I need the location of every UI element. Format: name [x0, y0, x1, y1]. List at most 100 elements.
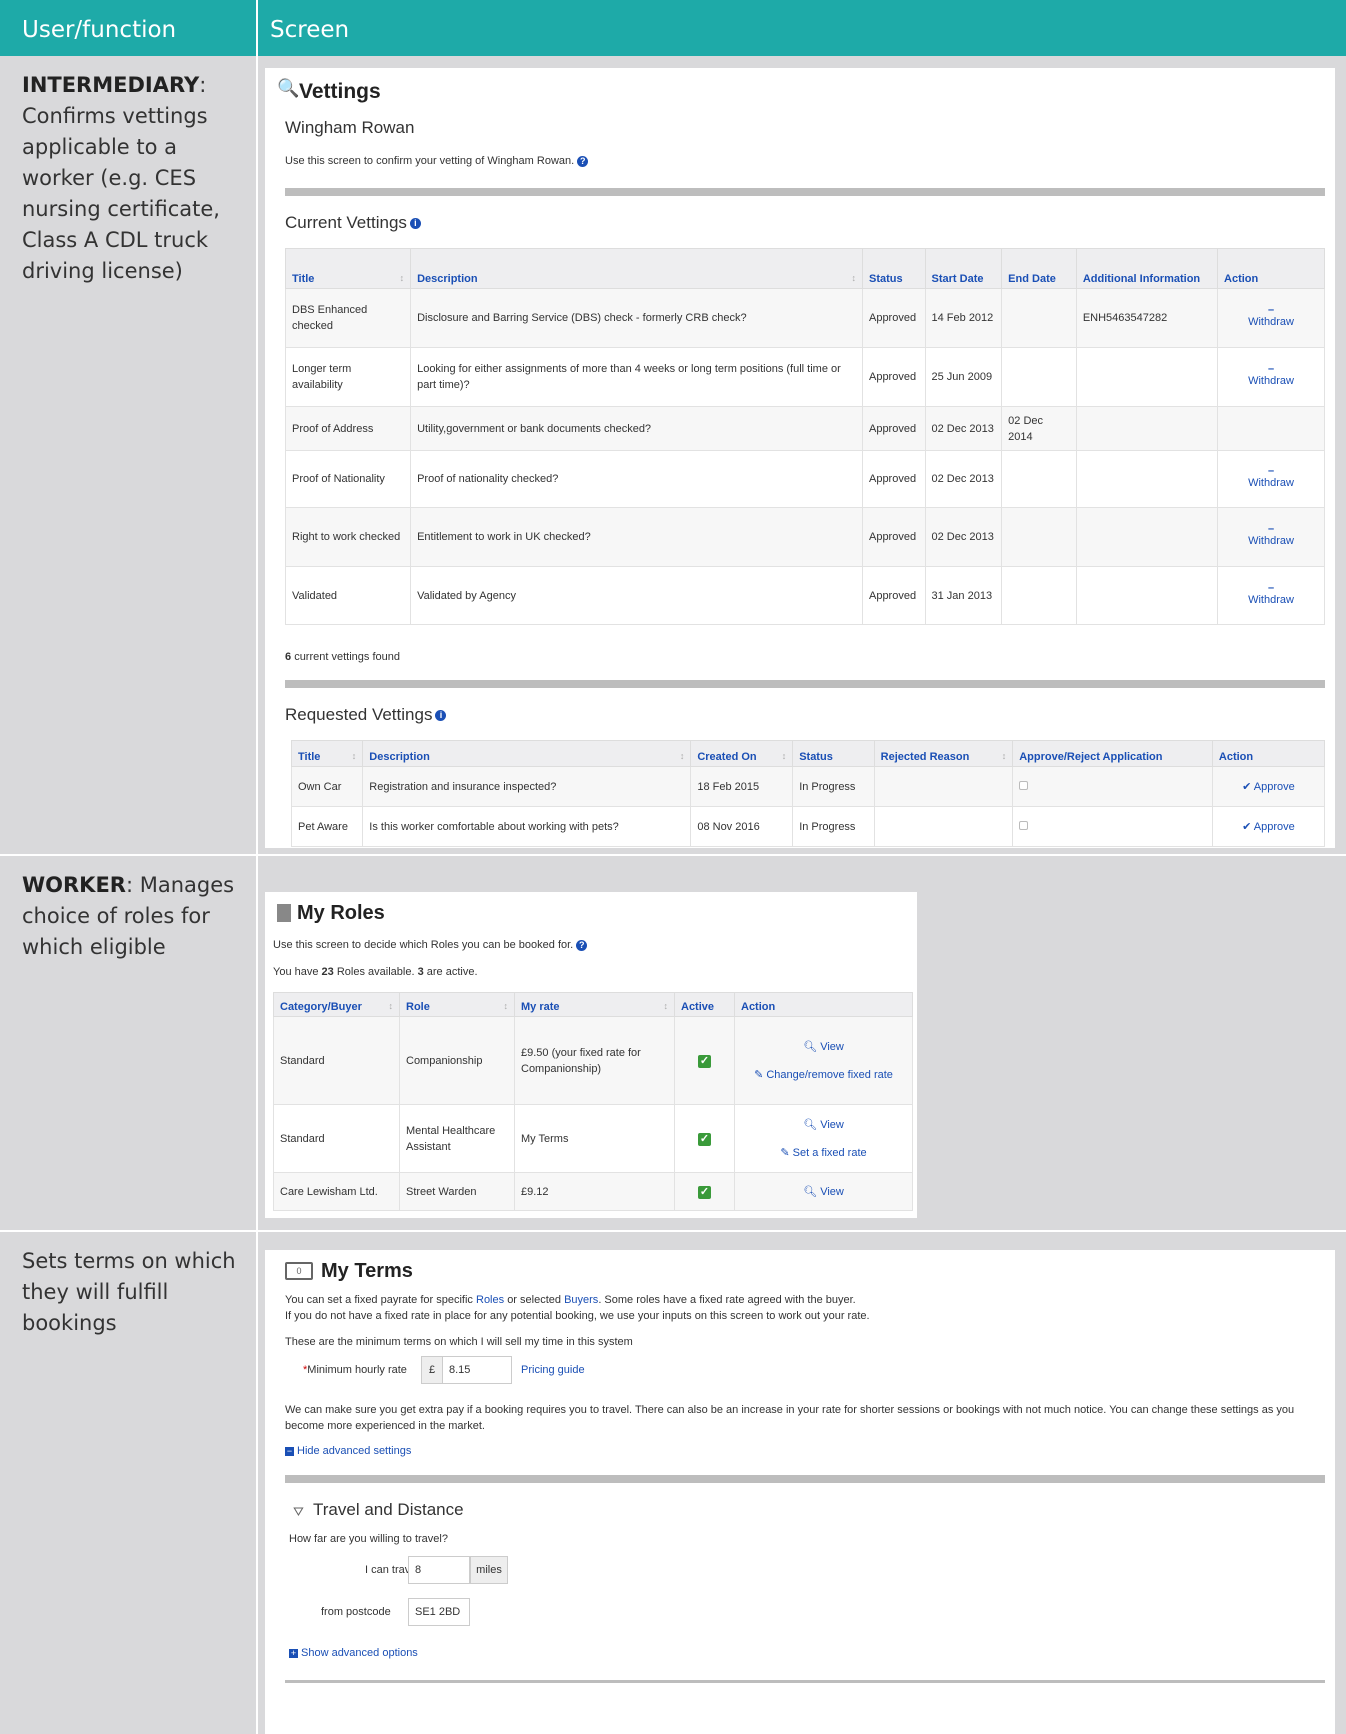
- terms-panel: 0 My Terms You can set a fixed payrate f…: [265, 1250, 1335, 1734]
- col-my-rate[interactable]: My rate ↕: [514, 992, 675, 1017]
- withdraw-link[interactable]: – Withdraw: [1217, 450, 1325, 508]
- active-count: 3: [417, 966, 424, 978]
- min-rate-input[interactable]: 8.15: [442, 1356, 512, 1384]
- cell-info: [1075, 450, 1219, 508]
- view-link[interactable]: 🔍︎ View: [741, 1117, 906, 1133]
- row-worker: WORKER: Manages choice of roles for whic…: [0, 856, 1346, 1230]
- help-icon[interactable]: ?: [576, 939, 588, 951]
- info-icon[interactable]: i: [435, 710, 447, 722]
- current-vettings-table: Title ↕ Description ↕ Status Start Date …: [284, 248, 1325, 625]
- requested-vettings-table: Title ↕ Description ↕ Created On ↕ Statu…: [290, 740, 1326, 847]
- cell-end: [1001, 566, 1077, 625]
- active-checkbox[interactable]: ✓: [698, 1054, 711, 1068]
- cell-start: 02 Dec 2013: [924, 507, 1003, 567]
- change-rate-link[interactable]: ✎ Change/remove fixed rate: [741, 1067, 906, 1083]
- withdraw-link[interactable]: – Withdraw: [1217, 507, 1325, 567]
- page-title: Vettings: [299, 80, 381, 103]
- cell-status: Approved: [861, 406, 926, 451]
- buyers-link[interactable]: Buyers: [564, 1294, 598, 1306]
- postcode-input[interactable]: SE1 2BD: [408, 1598, 470, 1626]
- cell-description: Looking for either assignments of more t…: [410, 347, 863, 407]
- search-icon: 🔍︎: [803, 1185, 818, 1198]
- extra-pay-text: We can make sure you get extra pay if a …: [285, 1404, 1295, 1432]
- col-status[interactable]: Status: [861, 248, 926, 289]
- cell-description: Proof of nationality checked?: [410, 450, 863, 508]
- fixed-rate-text: You can set a fixed payrate for specific…: [285, 1294, 856, 1306]
- col-rejected-reason[interactable]: Rejected Reason ↕: [873, 740, 1014, 767]
- col-approve-reject: Approve/Reject Application: [1012, 740, 1213, 767]
- cell-description: Validated by Agency: [410, 566, 863, 625]
- cell-start: 25 Jun 2009: [924, 347, 1003, 407]
- view-link[interactable]: 🔍︎ View: [741, 1184, 906, 1200]
- col-description[interactable]: Description ↕: [410, 248, 863, 289]
- travel-distance-input[interactable]: 8: [408, 1556, 470, 1584]
- help-icon[interactable]: ?: [577, 155, 589, 167]
- cell-status: Approved: [861, 566, 926, 625]
- col-additional-info[interactable]: Additional Information: [1075, 248, 1219, 289]
- col-status[interactable]: Status: [792, 740, 875, 767]
- road-icon: ⛛: [293, 1504, 304, 1519]
- travel-title: Travel and Distance: [313, 1500, 464, 1519]
- check-icon: ✔: [1242, 820, 1252, 833]
- approve-link[interactable]: ✔ Approve: [1211, 806, 1326, 847]
- pricing-guide-link[interactable]: Pricing guide: [521, 1364, 585, 1376]
- active-checkbox[interactable]: ✓: [698, 1185, 711, 1199]
- col-description[interactable]: Description ↕: [362, 740, 692, 767]
- cell-status: Approved: [861, 450, 926, 508]
- withdraw-link[interactable]: – Withdraw: [1217, 566, 1325, 625]
- current-vettings-title: Current Vettings i: [285, 213, 421, 233]
- header-screen: Screen: [270, 17, 350, 43]
- cell-title: Right to work checked: [284, 507, 412, 567]
- cell-title: Proof of Address: [284, 406, 412, 451]
- col-start-date[interactable]: Start Date: [924, 248, 1003, 289]
- col-action: Action: [734, 992, 913, 1017]
- roles-link[interactable]: Roles: [476, 1294, 504, 1306]
- min-rate-label-text: Minimum hourly rate: [307, 1364, 407, 1376]
- col-category[interactable]: Category/Buyer ↕: [273, 992, 400, 1017]
- table-row: Validated Validated by Agency Approved 3…: [284, 566, 1325, 625]
- table-row: Longer term availability Looking for eit…: [284, 347, 1325, 407]
- cell-active: ✓: [674, 1016, 735, 1105]
- cell-end: [1001, 450, 1077, 508]
- col-role[interactable]: Role ↕: [399, 992, 515, 1017]
- search-icon: 🔍︎: [803, 1118, 818, 1131]
- hide-advanced-link[interactable]: − Hide advanced settings: [285, 1445, 411, 1457]
- approve-link[interactable]: ✔ Approve: [1211, 766, 1326, 807]
- table-row: Pet Aware Is this worker comfortable abo…: [290, 806, 1326, 847]
- cell-rate: My Terms: [514, 1104, 675, 1173]
- withdraw-link[interactable]: – Withdraw: [1217, 347, 1325, 407]
- withdraw-label: Withdraw: [1248, 593, 1294, 606]
- roles-count: 23: [321, 966, 334, 978]
- withdraw-label: Withdraw: [1248, 477, 1294, 489]
- active-checkbox[interactable]: ✓: [698, 1132, 711, 1146]
- cell-end: [1001, 288, 1077, 348]
- intro-text: Use this screen to decide which Roles yo…: [273, 939, 588, 951]
- col-created-on[interactable]: Created On ↕: [690, 740, 794, 767]
- cell-role: Mental Healthcare Assistant: [399, 1104, 515, 1173]
- approve-checkbox[interactable]: [1019, 820, 1029, 830]
- set-rate-link[interactable]: ✎ Set a fixed rate: [741, 1145, 906, 1161]
- col-active[interactable]: Active: [674, 992, 735, 1017]
- col-action-label: Action: [1224, 273, 1259, 285]
- cell-info: [1075, 507, 1219, 567]
- col-end-date[interactable]: End Date: [1001, 248, 1077, 289]
- col-title[interactable]: Title ↕: [284, 248, 412, 289]
- divider: [285, 1475, 1325, 1483]
- show-advanced-link[interactable]: + Show advanced options: [289, 1647, 418, 1659]
- view-link[interactable]: 🔍︎ View: [741, 1039, 906, 1055]
- sort-icon: ↕: [351, 751, 357, 761]
- col-category-label: Category/Buyer: [280, 1001, 362, 1013]
- cell-start: 02 Dec 2013: [924, 406, 1003, 451]
- withdraw-link[interactable]: – Withdraw: [1217, 288, 1325, 348]
- col-title[interactable]: Title ↕: [290, 740, 364, 767]
- role-text: Confirms vettings applicable to a worker…: [22, 104, 220, 283]
- table-row: Right to work checked Entitlement to wor…: [284, 507, 1325, 567]
- currency-addon: £: [421, 1356, 443, 1384]
- cell-approve-reject: [1012, 766, 1213, 807]
- info-icon[interactable]: i: [409, 218, 421, 230]
- miles-addon: miles: [470, 1556, 508, 1584]
- approve-checkbox[interactable]: [1019, 780, 1029, 790]
- key-icon: 🔍: [277, 78, 300, 98]
- col-end-date-label: End Date: [1008, 273, 1056, 285]
- cell-rate: £9.12: [514, 1172, 675, 1211]
